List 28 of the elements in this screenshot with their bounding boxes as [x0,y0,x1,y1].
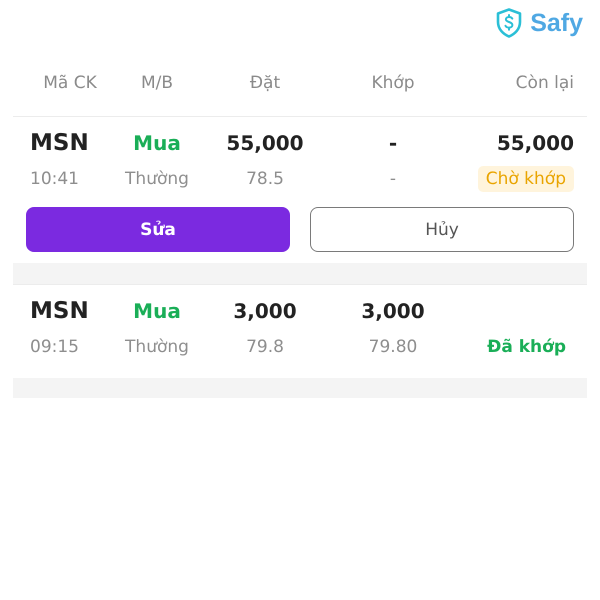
order-price: 78.5 [246,169,284,189]
side-label: Mua [133,299,181,323]
stock-symbol: MSN [30,298,89,324]
column-header: M/B [140,73,174,93]
order-time: 09:15 [30,337,79,357]
order-quantity: 55,000 [226,131,304,155]
edit-button[interactable]: Sửa [26,207,290,252]
column-header: Còn lại [514,73,574,93]
matched-price: - [390,169,396,189]
order-quantity: 3,000 [233,299,297,323]
column-header: Khớp [370,73,416,93]
shield-dollar-icon [496,8,522,38]
cancel-button[interactable]: Hủy [310,207,574,252]
matched-price: 79.80 [368,337,418,357]
order-time: 10:41 [30,169,79,189]
matched-quantity: 3,000 [361,299,425,323]
status-label: Đã khớp [487,336,567,359]
column-header: Đặt [248,73,282,93]
logo-text: Safy [530,8,583,38]
order-type: Thường [125,169,189,189]
order-price: 79.8 [246,337,284,357]
status-badge: Chờ khớp [478,166,574,192]
order-type: Thường [125,337,189,357]
remaining-quantity: 55,000 [496,131,574,155]
matched-quantity: - [388,131,398,155]
stock-symbol: MSN [30,130,89,156]
side-label: Mua [133,131,181,155]
column-header: Mã CK [42,73,98,93]
